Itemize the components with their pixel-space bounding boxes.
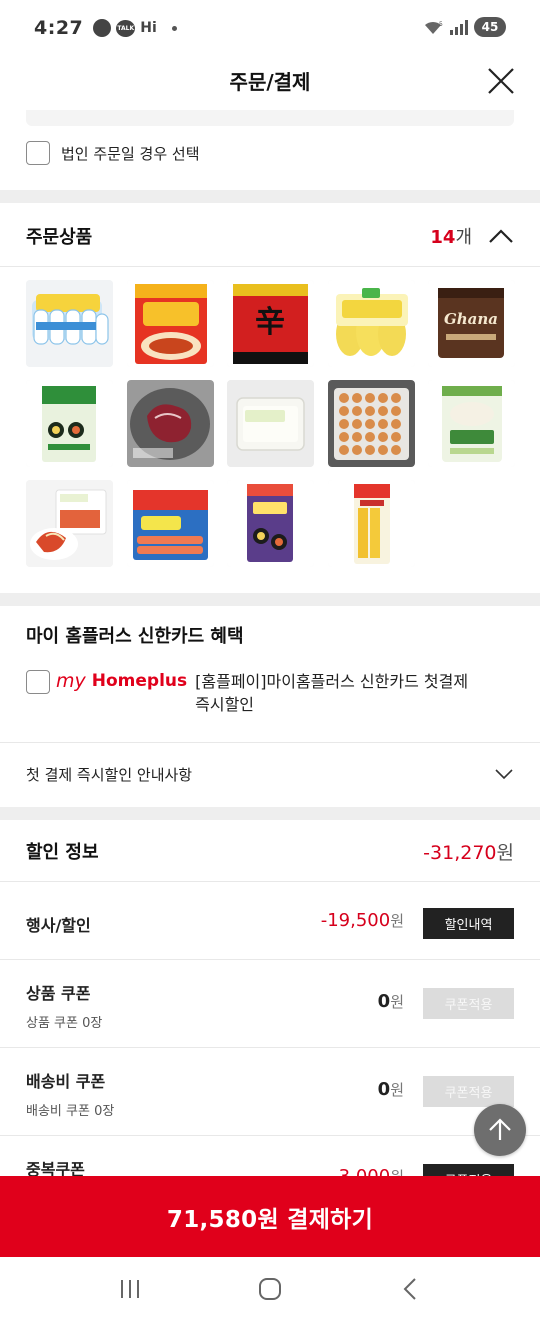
- product-thumb-danmuji[interactable]: [327, 480, 415, 567]
- home-button[interactable]: [250, 1269, 290, 1309]
- app-header: 주문/결제: [0, 56, 540, 110]
- home-icon: [259, 1277, 281, 1300]
- battery-icon: 45: [474, 17, 506, 37]
- scroll-to-top-button[interactable]: [474, 1104, 526, 1156]
- event-discount-amount-wrap: -19,500원: [321, 910, 404, 931]
- product-coupon-count: 상품 쿠폰 0장: [26, 1016, 103, 1031]
- order-products-title: 주문상품: [26, 227, 93, 248]
- back-button[interactable]: [390, 1269, 430, 1309]
- discount-details-button[interactable]: 할인내역: [423, 908, 514, 939]
- product-thumb-simplus-kimchi[interactable]: [26, 480, 113, 567]
- chevron-up-icon[interactable]: [488, 226, 514, 246]
- product-coupon-apply-button[interactable]: 쿠폰적용: [423, 988, 514, 1019]
- moon-icon: [93, 19, 112, 37]
- product-thumb-ghana-chocolate[interactable]: Ghana: [428, 280, 515, 367]
- product-thumb-water-bottles[interactable]: [26, 280, 113, 367]
- product-thumb-neoguri-ramen[interactable]: [126, 280, 214, 367]
- signal-icon: [450, 19, 468, 35]
- shipping-coupon-apply-button[interactable]: 쿠폰적용: [423, 1076, 514, 1107]
- product-coupon-amount: 0: [377, 991, 391, 1012]
- product-thumb-gimbap-gim[interactable]: [26, 380, 113, 467]
- event-discount-amount: -19,500: [320, 910, 391, 931]
- more-dot-icon: [171, 25, 177, 31]
- hi-icon: Hi: [140, 20, 157, 36]
- event-discount-title: 행사/할인: [26, 916, 91, 935]
- discount-total-amount: -31,270: [423, 841, 497, 864]
- back-icon: [403, 1277, 416, 1300]
- page-title: 주문/결제: [229, 70, 311, 94]
- status-system-icons: 5 45: [422, 17, 506, 37]
- divider: [0, 959, 540, 960]
- product-thumb-simplus-tofu[interactable]: [227, 380, 314, 467]
- status-bar: 4:27 TALK Hi 5 45: [0, 0, 540, 56]
- svg-text:Ghana: Ghana: [444, 310, 498, 328]
- recent-apps-button[interactable]: [110, 1269, 150, 1309]
- recent-apps-icon: [121, 1279, 139, 1298]
- product-thumb-shin-ramen[interactable]: 辛: [227, 280, 314, 367]
- discount-info-header: 할인 정보 -31,270원: [26, 828, 514, 874]
- shipping-coupon-unit: 원: [390, 1081, 404, 1099]
- section-divider: [0, 593, 540, 606]
- product-thumb-beef-meat[interactable]: [126, 380, 214, 467]
- wifi-icon: 5: [425, 21, 443, 34]
- kakaotalk-icon: TALK: [116, 19, 136, 37]
- product-coupon-row: 상품 쿠폰 상품 쿠폰 0장 0원 쿠폰적용: [26, 980, 514, 1068]
- chevron-down-icon[interactable]: [494, 767, 514, 781]
- svg-text:辛: 辛: [255, 305, 285, 340]
- system-navigation-bar: [0, 1257, 540, 1320]
- status-time: 4:27: [34, 17, 84, 39]
- discount-info-title: 할인 정보: [26, 842, 99, 863]
- product-thumb-crab-stick[interactable]: [126, 480, 214, 567]
- product-coupon-amount-wrap: 0원: [378, 991, 404, 1012]
- divider: [0, 1135, 540, 1136]
- divider: [0, 881, 540, 882]
- logo-my-text: my: [56, 670, 86, 692]
- arrow-up-icon: [489, 1118, 511, 1140]
- product-thumb-rice-cake[interactable]: [428, 380, 515, 467]
- shipping-coupon-row: 배송비 쿠폰 배송비 쿠폰 0장 0원 쿠폰적용: [26, 1068, 514, 1156]
- product-thumb-banana-milk[interactable]: [327, 280, 415, 367]
- product-coupon-unit: 원: [390, 993, 404, 1011]
- event-discount-unit: 원: [390, 912, 404, 930]
- shipping-coupon-count: 배송비 쿠폰 0장: [26, 1104, 115, 1119]
- card-benefit-title: 마이 홈플러스 신한카드 혜택: [26, 626, 244, 647]
- discount-total-unit: 원: [496, 841, 514, 864]
- first-payment-notice-label: 첫 결제 즉시할인 안내사항: [26, 765, 193, 784]
- first-payment-notice-toggle[interactable]: 첫 결제 즉시할인 안내사항: [26, 743, 514, 805]
- order-products-count: 14 개: [430, 223, 472, 249]
- section-divider: [0, 190, 540, 203]
- product-coupon-title: 상품 쿠폰: [26, 984, 91, 1003]
- divider: [0, 266, 540, 267]
- corporate-order-option[interactable]: 법인 주문일 경우 선택: [26, 141, 200, 165]
- product-thumb-gimbap-ham[interactable]: [227, 480, 314, 567]
- status-notification-icons: TALK Hi: [93, 19, 177, 37]
- shipping-coupon-amount-wrap: 0원: [378, 1079, 404, 1100]
- my-homeplus-logo: my Homeplus: [56, 670, 187, 692]
- card-benefit-option[interactable]: my Homeplus [홈플페이]마이홈플러스 신한카드 첫결제 즉시할인: [26, 670, 514, 716]
- divider: [0, 1047, 540, 1048]
- order-count-unit: 개: [455, 227, 472, 248]
- order-products-header[interactable]: 주문상품 14 개: [26, 216, 514, 256]
- shipping-coupon-amount: 0: [377, 1079, 391, 1100]
- order-count-number: 14: [430, 227, 456, 248]
- corporate-order-checkbox[interactable]: [26, 141, 50, 165]
- card-benefit-description: [홈플페이]마이홈플러스 신한카드 첫결제 즉시할인: [195, 672, 469, 714]
- pay-button[interactable]: 71,580원 결제하기: [0, 1176, 540, 1257]
- address-box-remnant: [26, 110, 514, 126]
- shipping-coupon-title: 배송비 쿠폰: [26, 1072, 106, 1091]
- svg-text:5: 5: [439, 21, 443, 28]
- logo-homeplus-text: Homeplus: [91, 671, 188, 691]
- pay-button-label: 71,580원 결제하기: [166, 1206, 374, 1233]
- corporate-order-label: 법인 주문일 경우 선택: [61, 144, 200, 163]
- close-icon[interactable]: [486, 66, 516, 96]
- card-benefit-checkbox[interactable]: [26, 670, 50, 694]
- discount-total: -31,270원: [423, 838, 514, 865]
- product-thumb-egg-tray[interactable]: [327, 380, 415, 467]
- section-divider: [0, 807, 540, 820]
- order-products-thumbnails: 辛 Ghana: [26, 280, 516, 567]
